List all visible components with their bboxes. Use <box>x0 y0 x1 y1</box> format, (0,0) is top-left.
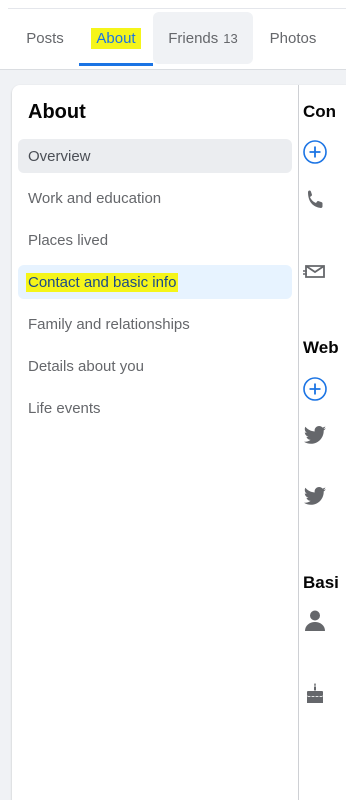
nav-item-family-and-relationships[interactable]: Family and relationships <box>18 307 292 341</box>
websites-heading: Web <box>303 338 339 357</box>
basic-info-heading: Basi <box>303 573 339 592</box>
friends-count: 13 <box>223 30 238 46</box>
nav-item-label: Family and relationships <box>28 315 190 333</box>
tab-friends[interactable]: Friends 13 <box>153 12 253 64</box>
twitter-icon <box>302 423 328 449</box>
active-tab-indicator <box>79 63 153 66</box>
nav-item-label: Places lived <box>28 231 109 249</box>
birthday-cake-icon <box>302 680 328 706</box>
add-circle-icon[interactable] <box>302 376 328 402</box>
tab-photos[interactable]: Photos <box>255 12 331 64</box>
tab-posts-label: Posts <box>26 29 64 47</box>
about-title: About <box>28 101 86 123</box>
nav-item-label: Details about you <box>28 357 144 375</box>
top-divider <box>8 8 346 9</box>
nav-item-label: Contact and basic info <box>26 272 179 292</box>
nav-item-contact-and-basic-info[interactable]: Contact and basic info <box>18 265 292 299</box>
mail-icon <box>302 258 328 284</box>
add-circle-icon[interactable] <box>302 139 328 165</box>
nav-item-work-and-education[interactable]: Work and education <box>18 181 292 215</box>
nav-item-life-events[interactable]: Life events <box>18 391 292 425</box>
tab-posts[interactable]: Posts <box>14 12 76 64</box>
tab-photos-label: Photos <box>269 29 317 47</box>
tab-friends-label: Friends <box>168 29 219 47</box>
tab-about[interactable]: About <box>79 12 153 66</box>
nav-item-details-about-you[interactable]: Details about you <box>18 349 292 383</box>
nav-item-label: Overview <box>28 147 91 165</box>
nav-item-label: Life events <box>28 399 101 417</box>
contact-info-heading: Con <box>303 102 337 121</box>
nav-item-overview[interactable]: Overview <box>18 139 292 173</box>
nav-item-label: Work and education <box>28 189 162 207</box>
phone-icon <box>302 187 328 213</box>
profile-tab-bar: Posts About Friends 13 Photos <box>0 0 346 70</box>
tab-about-label: About <box>91 27 141 49</box>
about-card: About Overview Work and education Places… <box>12 85 346 800</box>
nav-item-places-lived[interactable]: Places lived <box>18 223 292 257</box>
panel-divider <box>298 85 299 800</box>
person-icon <box>302 607 328 633</box>
twitter-icon <box>302 484 328 510</box>
